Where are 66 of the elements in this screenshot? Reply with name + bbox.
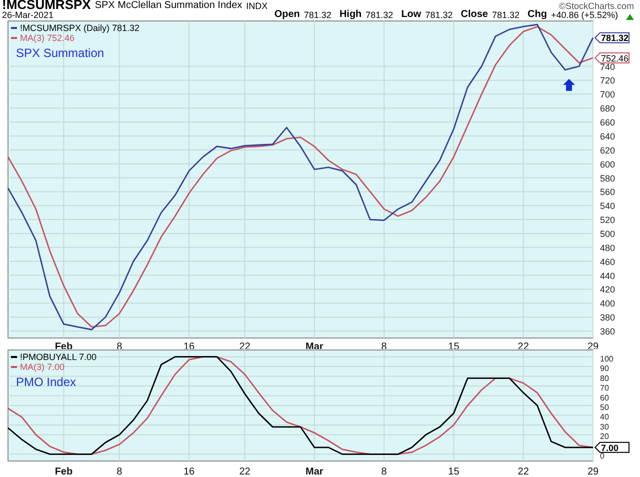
axis-label: 420: [600, 284, 616, 295]
axis-label: 400: [600, 298, 616, 309]
axis-label: 20: [600, 432, 609, 442]
axis-label: 680: [600, 104, 616, 114]
axis-label: 8: [381, 466, 387, 477]
axis-label: 90: [600, 364, 609, 374]
axis-label: 560: [600, 187, 616, 198]
axis-label: 50: [600, 403, 609, 412]
quote-value: 781.32: [366, 11, 394, 20]
legend-item: !MCSUMRSPX (Daily) 781.32: [11, 23, 140, 33]
axis-label: 700: [600, 90, 616, 100]
axis-label: 620: [600, 145, 616, 156]
axis-label: 22: [518, 466, 529, 477]
axis-label: 740: [600, 62, 616, 72]
axis-label: 520: [600, 215, 616, 226]
axis-label: 22: [239, 466, 250, 477]
legend-label: MA(3) 7.00: [20, 362, 65, 372]
price-tag: 7.00: [594, 442, 630, 453]
axis-label: 40: [600, 412, 609, 422]
axis-label: 30: [600, 422, 609, 432]
axis-label: 600: [600, 159, 616, 170]
quote-value: +40.86 (+5.52%): [550, 11, 618, 20]
axis-label: 80: [600, 374, 609, 383]
legend-item: MA(3) 752.46: [11, 33, 75, 43]
axis-label: 360: [600, 326, 616, 337]
axis-label: 29: [587, 466, 599, 477]
quote-label: Chg: [527, 10, 547, 20]
axis-label: 16: [184, 466, 195, 477]
legend-item: !PMOBUYALL 7.00: [11, 352, 97, 362]
quote-label: High: [339, 10, 362, 20]
axis-label: 720: [600, 76, 616, 86]
axis-label: 580: [600, 173, 616, 184]
axis-label: 640: [600, 131, 616, 142]
axis-label: 440: [600, 270, 616, 281]
axis-label: 0: [600, 452, 604, 461]
date-label: 26-Mar-2021: [2, 11, 54, 20]
copyright: ©StockCharts.com: [558, 2, 634, 11]
exchange-label: INDX: [246, 2, 268, 11]
quote-label: Close: [460, 10, 488, 20]
axis-label: 100: [600, 354, 614, 364]
axis-label: Feb: [54, 466, 73, 477]
quote-value: 781.32: [304, 11, 332, 20]
axis-label: 660: [600, 118, 616, 128]
axis-label: 500: [600, 229, 616, 239]
price-tag: 752.46: [594, 52, 630, 64]
symbol: !MCSUMRSPX: [2, 0, 91, 11]
panel-title: PMO Index: [16, 375, 76, 389]
axis-label: 60: [600, 393, 609, 402]
quote-label: Low: [401, 10, 422, 20]
index-name: SPX McClellan Summation Index: [94, 1, 242, 11]
axis-label: 70: [600, 384, 609, 393]
axis-label: 540: [600, 201, 616, 212]
panel-title: SPX Summation: [16, 46, 104, 60]
legend-item: MA(3) 7.00: [11, 362, 65, 372]
quote-label: Open: [274, 10, 300, 20]
up-triangle-icon: [626, 14, 634, 20]
axis-label: 480: [600, 242, 616, 253]
axis-label: 15: [448, 466, 460, 477]
up-arrow-icon: [563, 78, 575, 91]
quote-value: 781.32: [492, 11, 520, 20]
price-tag: 781.32: [594, 32, 630, 44]
axis-label: 460: [600, 256, 616, 267]
axis-label: Mar: [306, 466, 324, 477]
axis-label: 8: [116, 466, 122, 477]
axis-label: 380: [600, 312, 616, 323]
quote-value: 781.32: [425, 11, 453, 20]
